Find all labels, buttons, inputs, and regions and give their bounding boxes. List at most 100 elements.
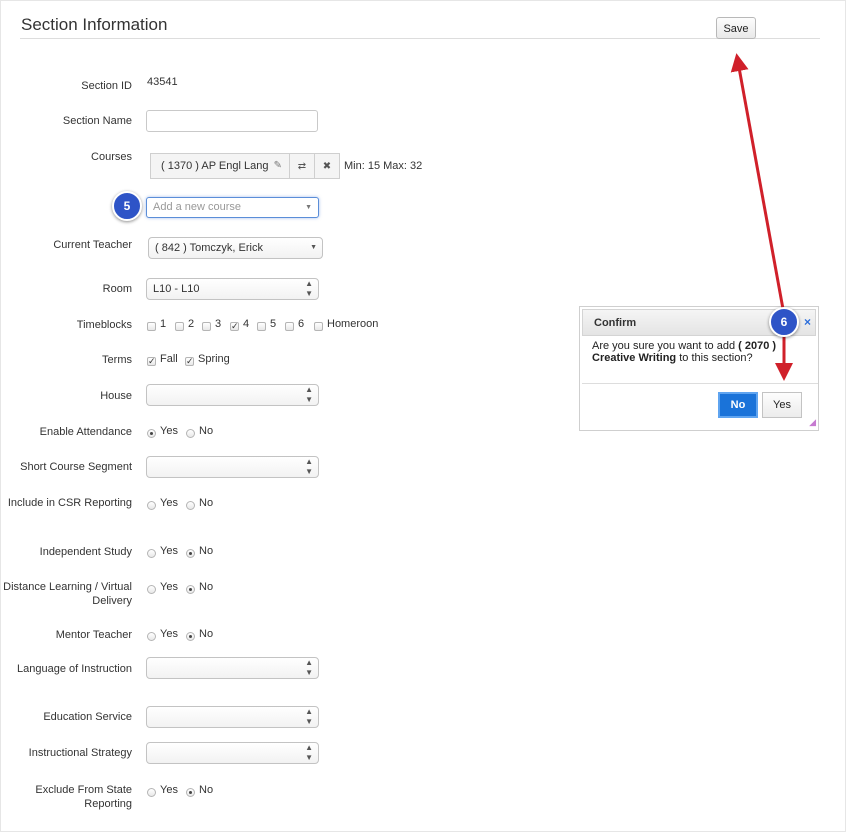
dialog-title: Confirm [594,317,637,329]
mentor-no-label: No [199,628,214,640]
attendance-yes-radio[interactable] [147,429,156,438]
timeblock-2-checkbox[interactable] [175,322,184,331]
terms-label: Terms [102,354,132,366]
timeblock-1-label: 1 [160,318,167,330]
add-course-placeholder: Add a new course [153,201,242,213]
updown-icon: ▲ ▼ [305,658,313,677]
exclude-yes-radio[interactable] [147,788,156,797]
dialog-message-pre: Are you sure you want to add [592,340,736,352]
course-tag-text: ( 1370 ) AP Engl Lang [161,160,269,172]
section-name-input[interactable] [146,110,318,132]
room-select-value: L10 - L10 [153,283,200,295]
house-select[interactable]: ▲ ▼ [146,384,319,406]
short-course-segment-label: Short Course Segment [20,461,132,473]
chevron-down-icon: ▼ [305,204,312,211]
dialog-yes-button[interactable]: Yes [762,392,802,418]
mentor-yes-radio[interactable] [147,632,156,641]
teacher-select[interactable]: ( 842 ) Tomczyk, Erick ▼ [148,237,323,259]
room-select[interactable]: L10 - L10 ▲ ▼ [146,278,319,300]
term-fall-checkbox[interactable]: ✓ [147,357,156,366]
independent-no-radio[interactable] [186,549,195,558]
teacher-select-value: ( 842 ) Tomczyk, Erick [155,242,263,254]
swap-course-button[interactable]: ⇄ [289,153,315,179]
timeblock-4-checkbox[interactable]: ✓ [230,322,239,331]
exclude-no-radio[interactable] [186,788,195,797]
education-service-select[interactable]: ▲ ▼ [146,706,319,728]
timeblock-5-label: 5 [270,318,277,330]
timeblock-6-label: 6 [298,318,305,330]
resize-handle-icon[interactable]: ◢ [809,417,816,428]
instructional-strategy-select[interactable]: ▲ ▼ [146,742,319,764]
independent-yes-label: Yes [160,545,178,557]
section-id-label: Section ID [81,80,132,92]
timeblock-1-checkbox[interactable] [147,322,156,331]
short-course-segment-select[interactable]: ▲ ▼ [146,456,319,478]
updown-icon: ▲ ▼ [305,707,313,726]
remove-icon: ✖ [322,161,332,172]
mentor-teacher-label: Mentor Teacher [55,629,132,641]
timeblocks-label: Timeblocks [76,319,132,331]
distance-learning-label: Distance Learning / Virtual Delivery [3,581,132,607]
updown-icon: ▲ ▼ [305,457,313,476]
attendance-yes-label: Yes [160,425,178,437]
independent-no-label: No [199,545,214,557]
enable-attendance-label: Enable Attendance [39,426,132,438]
term-spring-label: Spring [198,353,230,365]
instructional-strategy-label: Instructional Strategy [28,747,132,759]
pencil-icon[interactable]: ✎ [274,154,282,178]
distance-yes-label: Yes [160,581,178,593]
close-icon[interactable]: × [804,315,811,329]
step-5-callout: 5 [112,191,142,221]
updown-icon: ▲ ▼ [305,743,313,762]
title-divider [20,38,820,39]
dialog-message: Are you sure you want to add ( 2070 ) Cr… [592,340,812,364]
swap-icon: ⇄ [297,161,307,172]
section-id-value: 43541 [147,76,178,88]
dialog-no-button[interactable]: No [718,392,758,418]
timeblock-homeroom-label: Homeroon [327,318,379,330]
step-6-callout: 6 [769,307,799,337]
timeblock-3-checkbox[interactable] [202,322,211,331]
csr-yes-label: Yes [160,497,178,509]
course-tag[interactable]: ( 1370 ) AP Engl Lang ✎ [150,153,290,179]
exclude-state-reporting-label: Exclude From State Reporting [35,784,132,810]
exclude-yes-label: Yes [160,784,178,796]
csr-no-label: No [199,497,214,509]
language-of-instruction-label: Language of Instruction [17,663,132,675]
section-name-label: Section Name [62,115,132,127]
attendance-no-radio[interactable] [186,429,195,438]
min-max-text: Min: 15 Max: 32 [344,160,423,172]
timeblock-3-label: 3 [215,318,222,330]
language-of-instruction-select[interactable]: ▲ ▼ [146,657,319,679]
updown-icon: ▲ ▼ [305,279,313,298]
attendance-no-label: No [199,425,214,437]
updown-icon: ▲ ▼ [305,385,313,404]
remove-course-button[interactable]: ✖ [314,153,340,179]
timeblock-2-label: 2 [188,318,195,330]
mentor-yes-label: Yes [160,628,178,640]
room-label: Room [102,283,132,295]
dialog-divider [582,383,818,384]
term-fall-label: Fall [160,353,178,365]
page-title: Section Information [21,15,168,34]
timeblock-4-label: 4 [243,318,250,330]
mentor-no-radio[interactable] [186,632,195,641]
timeblock-6-checkbox[interactable] [285,322,294,331]
chevron-down-icon: ▼ [310,244,317,251]
timeblock-5-checkbox[interactable] [257,322,266,331]
distance-no-radio[interactable] [186,585,195,594]
save-button[interactable]: Save [716,17,756,39]
distance-yes-radio[interactable] [147,585,156,594]
current-teacher-label: Current Teacher [53,239,132,251]
term-spring-checkbox[interactable]: ✓ [185,357,194,366]
independent-yes-radio[interactable] [147,549,156,558]
csr-yes-radio[interactable] [147,501,156,510]
timeblock-homeroom-checkbox[interactable] [314,322,323,331]
exclude-no-label: No [199,784,214,796]
education-service-label: Education Service [43,711,132,723]
house-label: House [100,390,132,402]
distance-no-label: No [199,581,214,593]
csr-no-radio[interactable] [186,501,195,510]
add-course-select[interactable]: Add a new course ▼ [146,197,319,218]
independent-study-label: Independent Study [39,546,132,558]
